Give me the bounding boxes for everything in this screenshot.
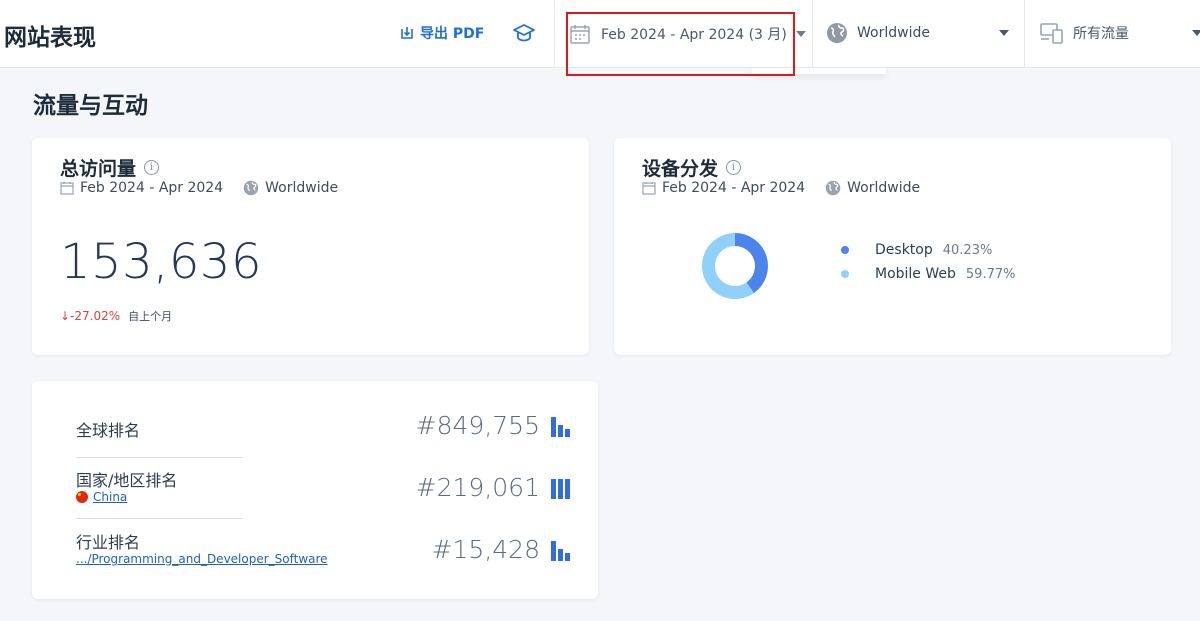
section-title: 流量与互动: [33, 93, 148, 119]
total-visits-title-row: 总访问量 i: [60, 154, 160, 181]
divider: [554, 0, 555, 68]
country-label: Worldwide: [857, 25, 930, 41]
date-range: Feb 2024 - Apr 2024: [662, 180, 806, 196]
dropdown-edge: [752, 68, 886, 74]
page-title: 网站表现: [4, 25, 96, 51]
date-range: Feb 2024 - Apr 2024: [80, 180, 224, 196]
export-pdf-button[interactable]: 导出 PDF: [400, 23, 484, 43]
region: Worldwide: [265, 180, 339, 196]
info-icon[interactable]: i: [144, 160, 160, 175]
region: Worldwide: [847, 180, 921, 196]
visits-change: ↓-27.02% 自上个月: [60, 308, 172, 324]
globe-icon: [243, 180, 259, 196]
industry-link[interactable]: .../Programming_and_Developer_Software: [76, 552, 328, 566]
total-visits-value: 153,636: [60, 234, 262, 290]
industry-rank-value: #15,428: [431, 535, 540, 564]
export-pdf-label: 导出 PDF: [420, 26, 485, 42]
industry-rank-label: 行业排名: [76, 533, 141, 552]
legend-dot-desktop: [841, 246, 849, 254]
divider: [76, 457, 242, 458]
globe-icon: [825, 180, 841, 196]
rank-bars-icon[interactable]: [551, 479, 570, 499]
device-distribution-card: 设备分发 i Feb 2024 - Apr 2024 Worldwide Des…: [614, 138, 1171, 355]
device-legend: Desktop 40.23% Mobile Web 59.77%: [841, 238, 1015, 286]
divider: [1024, 0, 1025, 68]
country-rank-row: 国家/地区排名 China #219,061: [76, 459, 570, 521]
date-range-dropdown[interactable]: Feb 2024 - Apr 2024 (3 月): [568, 22, 806, 46]
donut-slice-desktop[interactable]: [735, 233, 768, 293]
country-name: China: [93, 490, 128, 504]
total-visits-meta: Feb 2024 - Apr 2024 Worldwide: [60, 180, 338, 196]
divider: [76, 518, 242, 519]
devices-icon: [1040, 23, 1063, 44]
device-meta: Feb 2024 - Apr 2024 Worldwide: [642, 180, 920, 196]
global-rank-row: 全球排名 #849,755: [76, 397, 570, 459]
info-icon[interactable]: i: [726, 160, 742, 175]
legend-label: Mobile Web: [875, 266, 956, 282]
divider: [812, 0, 813, 68]
calendar-icon: [60, 182, 74, 195]
rankings-card: 全球排名 #849,755 国家/地区排名 China #219,061 行业排…: [32, 381, 598, 599]
country-rank-value: #219,061: [415, 473, 540, 502]
china-flag-icon: [76, 491, 88, 503]
globe-icon: [827, 23, 847, 43]
legend-item-desktop: Desktop 40.23%: [841, 238, 1015, 262]
academy-button[interactable]: [512, 22, 536, 48]
device-title: 设备分发: [642, 158, 719, 180]
calendar-icon: [570, 25, 590, 44]
top-bar: 网站表现 导出 PDF Feb 2024 - Apr 2024 (3 月) Wo…: [0, 0, 1200, 68]
traffic-source-label: 所有流量: [1073, 26, 1129, 42]
rank-bars-icon[interactable]: [551, 417, 570, 437]
device-title-row: 设备分发 i: [642, 154, 742, 181]
date-range-label: Feb 2024 - Apr 2024 (3 月): [601, 27, 787, 43]
rank-bars-icon[interactable]: [551, 541, 570, 561]
chevron-down-icon: [795, 31, 806, 37]
traffic-source-dropdown[interactable]: 所有流量: [1040, 22, 1129, 44]
total-visits-card: 总访问量 i Feb 2024 - Apr 2024 Worldwide 153…: [32, 138, 589, 355]
change-suffix: 自上个月: [128, 310, 173, 323]
industry-path: .../Programming_and_Developer_Software: [76, 552, 328, 566]
industry-rank-row: 行业排名 .../Programming_and_Developer_Softw…: [76, 521, 570, 583]
graduation-cap-icon: [513, 24, 535, 42]
country-rank-label: 国家/地区排名: [76, 471, 178, 490]
total-visits-title: 总访问量: [60, 158, 137, 180]
chevron-down-icon[interactable]: [1192, 30, 1200, 36]
arrow-down-icon: ↓-27.02%: [60, 309, 121, 323]
legend-value: 40.23%: [942, 242, 993, 258]
legend-dot-mobile-web: [841, 270, 849, 278]
calendar-icon: [642, 182, 656, 195]
change-value: -27.02%: [70, 309, 121, 323]
download-icon: [401, 27, 413, 39]
legend-value: 59.77%: [965, 266, 1016, 282]
global-rank-label: 全球排名: [76, 421, 141, 440]
chevron-down-icon[interactable]: [999, 30, 1009, 36]
country-dropdown[interactable]: Worldwide: [826, 22, 930, 44]
legend-label: Desktop: [875, 242, 933, 258]
country-link[interactable]: China: [76, 490, 127, 504]
device-donut-chart: [702, 233, 768, 299]
global-rank-value: #849,755: [415, 411, 540, 440]
legend-item-mobile-web: Mobile Web 59.77%: [841, 262, 1015, 286]
